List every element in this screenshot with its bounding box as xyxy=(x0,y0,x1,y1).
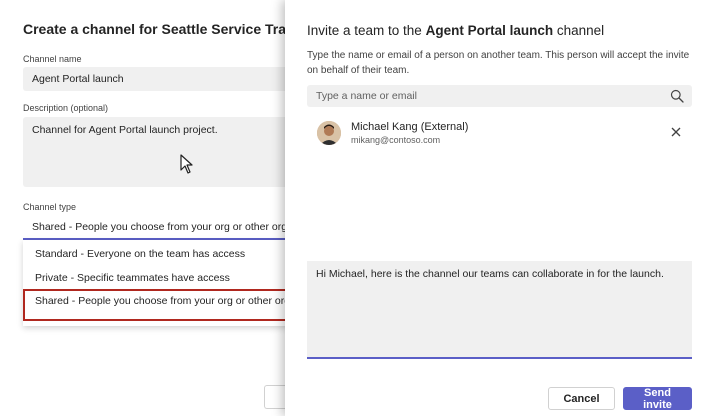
close-icon[interactable] xyxy=(669,125,683,139)
create-channel-dialog: Create a channel for Seattle Service Tra… xyxy=(0,0,323,416)
send-invite-button[interactable]: Send invite xyxy=(623,387,692,411)
search-input[interactable] xyxy=(307,85,647,107)
channel-name-field[interactable]: Agent Portal launch xyxy=(23,67,300,91)
channel-type-label: Channel type xyxy=(23,202,77,212)
invite-dialog-title: Invite a team to the Agent Portal launch… xyxy=(307,23,604,38)
invite-message-field[interactable]: Hi Michael, here is the channel our team… xyxy=(307,261,692,359)
description-label: Description (optional) xyxy=(23,103,109,113)
person-email: mikang@contoso.com xyxy=(351,135,441,145)
channel-type-option-private[interactable]: Private - Specific teammates have access xyxy=(23,266,300,290)
channel-type-option-standard[interactable]: Standard - Everyone on the team has acce… xyxy=(23,242,300,266)
cancel-button[interactable]: Cancel xyxy=(548,387,615,410)
channel-type-option-shared[interactable]: Shared - People you choose from your org… xyxy=(23,289,300,321)
title-channel-name: Agent Portal launch xyxy=(425,23,554,38)
create-channel-title: Create a channel for Seattle Service Tra… xyxy=(23,21,323,37)
description-field[interactable]: Channel for Agent Portal launch project. xyxy=(23,117,300,187)
channel-type-select[interactable]: Shared - People you choose from your org… xyxy=(23,216,300,240)
avatar xyxy=(317,121,341,145)
title-prefix: Invite a team to the xyxy=(307,23,426,38)
selected-person: Michael Kang (External) mikang@contoso.c… xyxy=(317,117,687,153)
person-name: Michael Kang (External) xyxy=(351,121,469,133)
title-suffix: channel xyxy=(553,23,605,38)
channel-type-dropdown: Standard - Everyone on the team has acce… xyxy=(23,240,300,326)
search-box xyxy=(307,85,692,107)
search-icon[interactable] xyxy=(670,89,684,103)
channel-name-label: Channel name xyxy=(23,54,82,64)
invite-dialog-description: Type the name or email of a person on an… xyxy=(307,50,690,76)
invite-team-dialog: Invite a team to the Agent Portal launch… xyxy=(285,0,710,416)
mouse-cursor-icon xyxy=(180,154,193,174)
